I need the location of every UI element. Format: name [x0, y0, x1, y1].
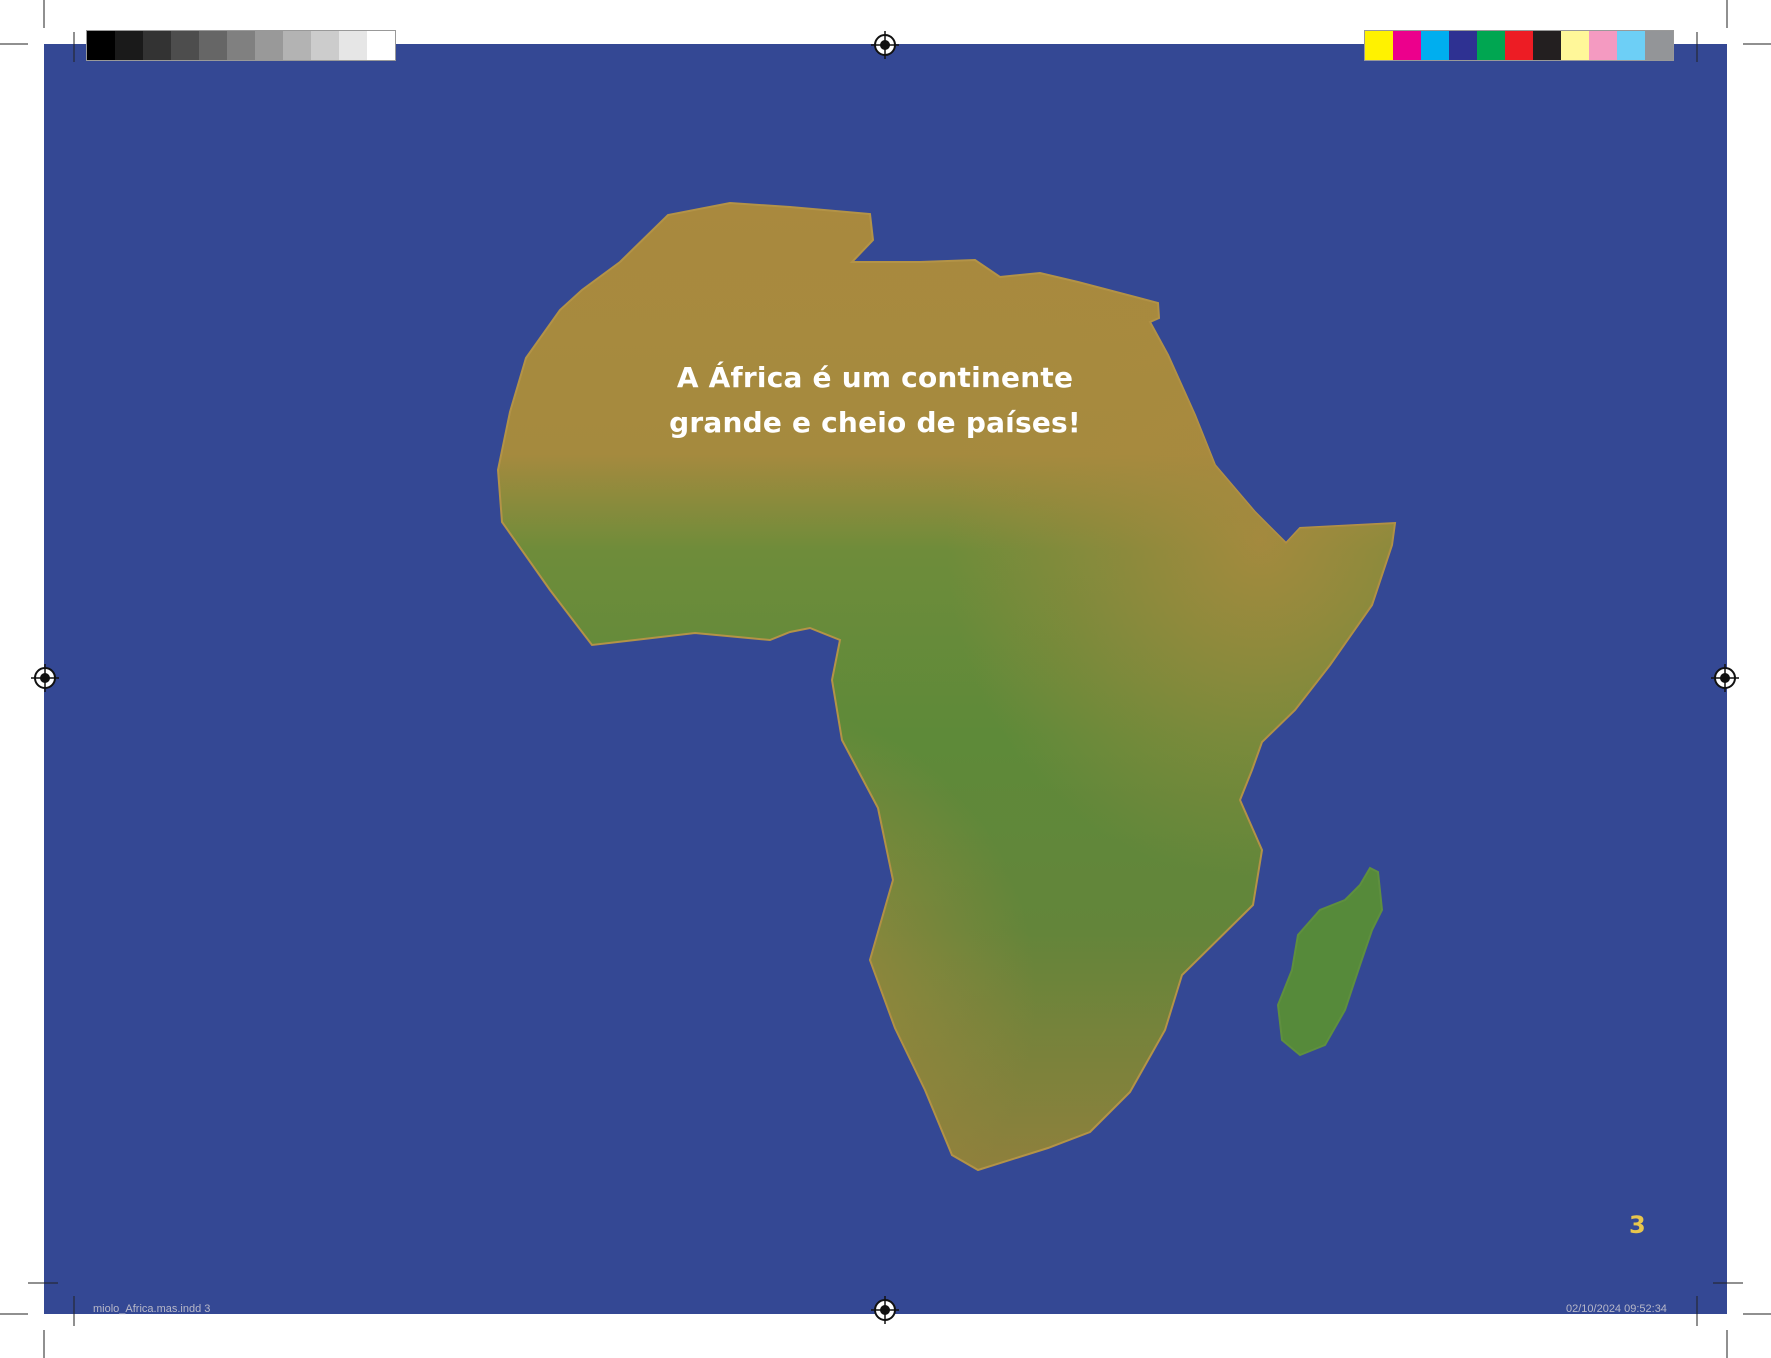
- color-swatch-5: [1477, 31, 1505, 60]
- color-swatch-10: [1617, 31, 1645, 60]
- date-slug: 02/10/2024 09:52:34: [1566, 1303, 1667, 1315]
- gray-swatch-2: [115, 31, 143, 60]
- madagascar-island: [1276, 866, 1384, 1057]
- headline-line-2: grande e cheio de países!: [669, 406, 1081, 439]
- color-calibration-bar: [1364, 30, 1674, 61]
- color-swatch-4: [1449, 31, 1477, 60]
- color-swatch-7: [1533, 31, 1561, 60]
- gray-swatch-6: [227, 31, 255, 60]
- color-swatch-2: [1393, 31, 1421, 60]
- color-swatch-1: [1365, 31, 1393, 60]
- headline: A África é um continente grande e cheio …: [620, 355, 1130, 445]
- africa-southwest-shading: [498, 203, 1395, 1170]
- gray-swatch-1: [87, 31, 115, 60]
- color-swatch-9: [1589, 31, 1617, 60]
- gray-swatch-7: [255, 31, 283, 60]
- gray-swatch-3: [143, 31, 171, 60]
- page-number: 3: [1629, 1211, 1646, 1239]
- gray-swatch-8: [283, 31, 311, 60]
- color-swatch-8: [1561, 31, 1589, 60]
- gray-swatch-9: [311, 31, 339, 60]
- color-swatch-11: [1645, 31, 1673, 60]
- gray-swatch-10: [339, 31, 367, 60]
- gray-swatch-11: [367, 31, 395, 60]
- gray-swatch-4: [171, 31, 199, 60]
- headline-line-1: A África é um continente: [676, 361, 1074, 394]
- africa-map: [496, 201, 1397, 1172]
- file-slug: miolo_Africa.mas.indd 3: [93, 1303, 211, 1315]
- color-swatch-6: [1505, 31, 1533, 60]
- gray-calibration-bar: [86, 30, 396, 61]
- color-swatch-3: [1421, 31, 1449, 60]
- gray-swatch-5: [199, 31, 227, 60]
